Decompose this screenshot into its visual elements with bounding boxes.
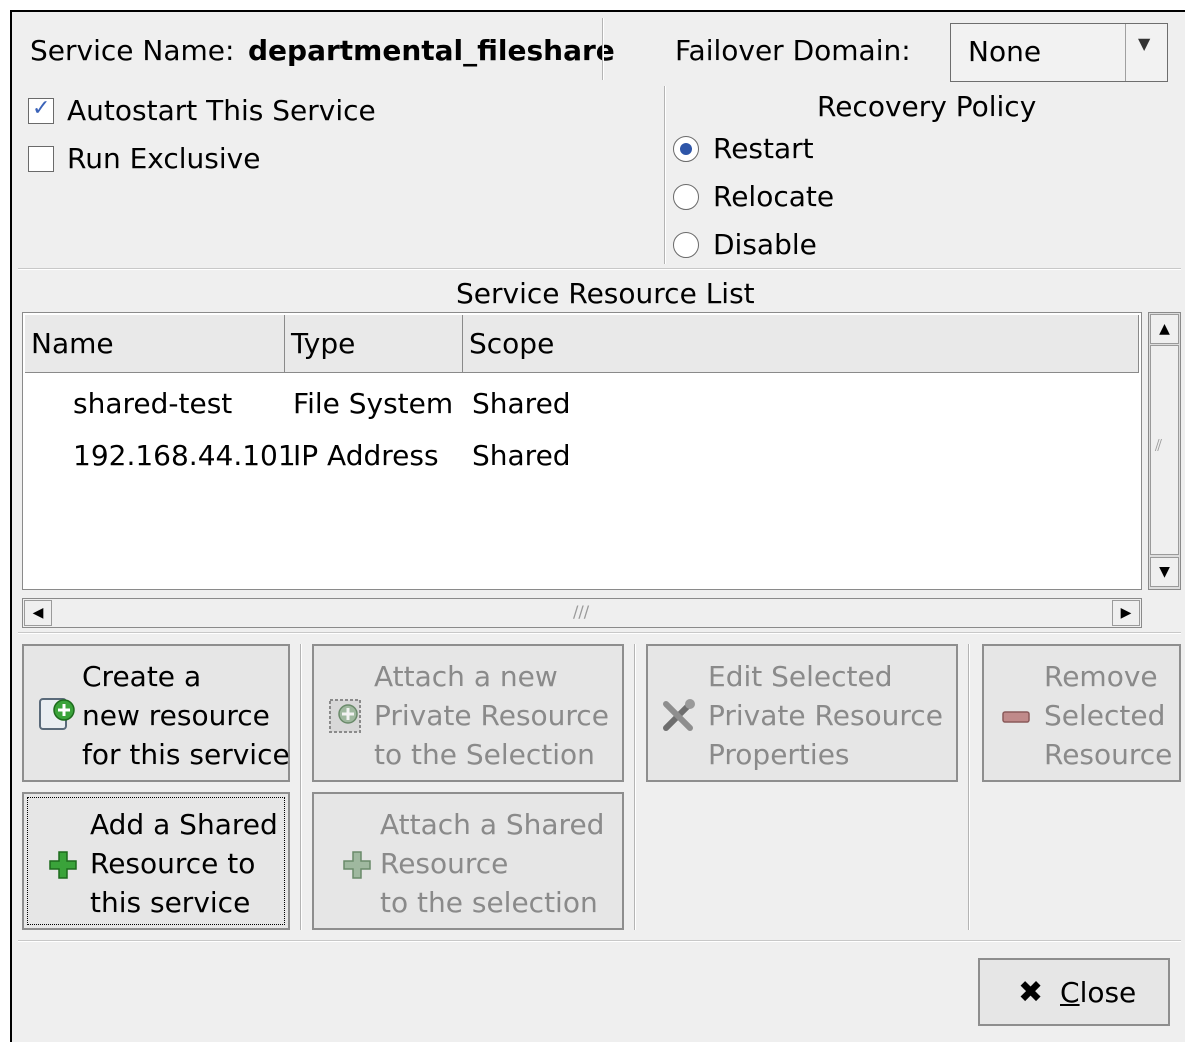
failover-domain-select[interactable]: None ▼ <box>950 23 1168 82</box>
attach-shared-resource-button[interactable]: Attach a Shared Resource to the selectio… <box>312 792 624 930</box>
attach-private-resource-button[interactable]: Attach a new Private Resource to the Sel… <box>312 644 624 782</box>
table-row[interactable]: shared-test File System Shared <box>25 385 1139 429</box>
recovery-relocate-label: Relocate <box>713 180 835 213</box>
section-divider <box>18 940 1181 942</box>
button-divider <box>634 644 636 930</box>
scroll-right-button[interactable]: ▶ <box>1112 600 1140 626</box>
service-name-label: Service Name: <box>30 34 235 67</box>
recovery-relocate-radio[interactable] <box>673 184 699 210</box>
button-divider <box>300 644 302 930</box>
grip-icon: ⫽ <box>1155 436 1163 455</box>
column-header-scope[interactable]: Scope <box>463 315 1139 373</box>
attach-shared-line1: Attach a Shared <box>380 808 605 841</box>
remove-line2: Selected <box>1044 699 1166 732</box>
run-exclusive-checkbox[interactable] <box>28 146 54 172</box>
attach-private-line1: Attach a new <box>374 660 558 693</box>
tools-icon <box>663 699 695 731</box>
row-scope: Shared <box>472 439 571 472</box>
edit-resource-button[interactable]: Edit Selected Private Resource Propertie… <box>646 644 958 782</box>
recovery-restart-radio[interactable] <box>673 136 699 162</box>
close-label-rest: lose <box>1079 976 1137 1009</box>
arrow-right-icon: ▶ <box>1120 605 1132 621</box>
grip-icon: /// <box>573 602 590 621</box>
table-row[interactable]: 192.168.44.101 IP Address Shared <box>25 437 1139 481</box>
create-resource-button[interactable]: Create a new resource for this service <box>22 644 290 782</box>
create-line3: for this service <box>82 738 290 771</box>
close-label: Close <box>1060 976 1136 1010</box>
check-icon: ✓ <box>32 96 51 121</box>
scroll-up-button[interactable]: ▲ <box>1150 314 1179 344</box>
remove-line1: Remove <box>1044 660 1158 693</box>
remove-resource-button[interactable]: Remove Selected Resource <box>982 644 1181 782</box>
column-header-name-label: Name <box>31 327 114 360</box>
attach-shared-line2: Resource <box>380 847 509 880</box>
recovery-policy-title: Recovery Policy <box>817 90 1037 123</box>
remove-line3: Resource <box>1044 738 1173 771</box>
remove-icon <box>1002 711 1030 723</box>
close-mnemonic: C <box>1060 976 1080 1009</box>
vertical-scrollbar[interactable]: ▲ ⫽ ▼ <box>1148 312 1181 590</box>
column-header-scope-label: Scope <box>469 327 555 360</box>
edit-line1: Edit Selected <box>708 660 893 693</box>
section-divider <box>18 632 1181 634</box>
autostart-checkbox[interactable]: ✓ <box>28 96 54 124</box>
failover-domain-label: Failover Domain: <box>675 34 911 67</box>
scroll-left-button[interactable]: ◀ <box>24 600 52 626</box>
add-shared-line2: Resource to <box>90 847 256 880</box>
recovery-restart-label: Restart <box>713 132 814 165</box>
horizontal-scrollbar[interactable]: ◀ /// ▶ <box>22 598 1142 628</box>
close-icon: ✖ <box>1018 975 1044 1010</box>
attach-shared-line3: to the selection <box>380 886 598 919</box>
chevron-down-icon: ▼ <box>1138 34 1151 53</box>
scroll-down-button[interactable]: ▼ <box>1150 557 1179 587</box>
horizontal-scroll-thumb[interactable]: /// <box>53 600 1111 626</box>
resource-list-title: Service Resource List <box>456 277 755 310</box>
failover-domain-value: None <box>968 35 1042 68</box>
attach-private-line3: to the Selection <box>374 738 595 771</box>
row-scope: Shared <box>472 387 571 420</box>
radio-selected-dot <box>680 143 692 155</box>
column-header-type-label: Type <box>291 327 356 360</box>
create-line1: Create a <box>82 660 202 693</box>
options-divider <box>664 86 666 264</box>
add-shared-resource-button[interactable]: Add a Shared Resource to this service <box>22 792 290 930</box>
vertical-scroll-thumb[interactable]: ⫽ <box>1150 345 1179 555</box>
row-name: 192.168.44.101 <box>73 439 296 472</box>
row-name: shared-test <box>73 387 233 420</box>
attach-private-line2: Private Resource <box>374 699 609 732</box>
close-button[interactable]: ✖ Close <box>978 958 1170 1026</box>
green-plus-icon <box>49 851 77 879</box>
edit-line2: Private Resource <box>708 699 943 732</box>
autostart-label: Autostart This Service <box>67 94 376 127</box>
header-divider <box>602 18 604 80</box>
create-line2: new resource <box>82 699 270 732</box>
gray-plus-icon <box>343 851 371 879</box>
resource-table[interactable]: Name Type Scope shared-test File System … <box>22 312 1142 590</box>
new-resource-icon <box>39 698 75 730</box>
edit-line3: Properties <box>708 738 850 771</box>
arrow-left-icon: ◀ <box>32 605 44 621</box>
run-exclusive-label: Run Exclusive <box>67 142 261 175</box>
section-divider <box>18 268 1181 270</box>
recovery-disable-radio[interactable] <box>673 232 699 258</box>
dropdown-arrow[interactable]: ▼ <box>1125 24 1167 81</box>
column-header-type[interactable]: Type <box>285 315 463 373</box>
arrow-up-icon: ▲ <box>1159 321 1170 337</box>
arrow-down-icon: ▼ <box>1159 564 1170 580</box>
attach-resource-icon <box>329 699 361 733</box>
row-type: File System <box>293 387 454 420</box>
add-shared-line1: Add a Shared <box>90 808 278 841</box>
service-dialog: Service Name: departmental_fileshare Fai… <box>10 10 1185 1042</box>
row-type: IP Address <box>293 439 439 472</box>
service-name-value: departmental_fileshare <box>248 34 615 67</box>
column-header-name[interactable]: Name <box>25 315 285 373</box>
recovery-disable-label: Disable <box>713 228 817 261</box>
add-shared-line3: this service <box>90 886 251 919</box>
button-divider <box>968 644 970 930</box>
